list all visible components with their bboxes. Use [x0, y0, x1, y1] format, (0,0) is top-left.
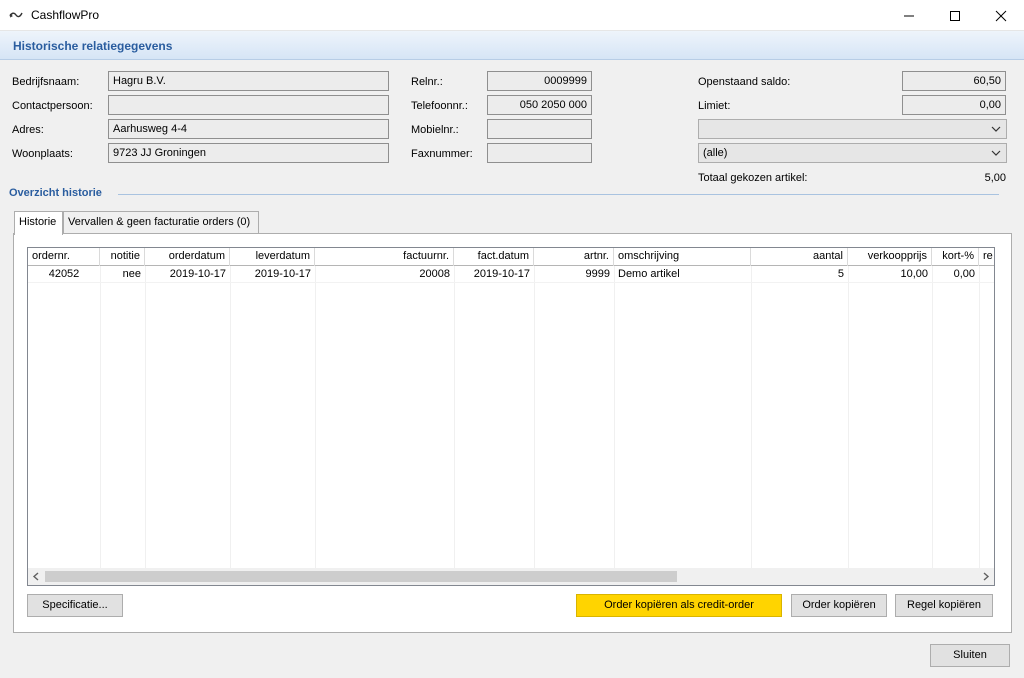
section-title: Overzicht historie [9, 187, 102, 199]
filter-select-2-value: (alle) [703, 147, 728, 159]
cell-ordernr: 42052 [48, 268, 80, 280]
maximize-icon [950, 11, 960, 21]
bedrijfsnaam-field[interactable]: Hagru B.V. [108, 71, 389, 91]
horizontal-scrollbar[interactable] [28, 568, 994, 585]
scroll-left-icon[interactable] [31, 571, 42, 582]
window-title: CashflowPro [31, 8, 100, 22]
col-leverdatum[interactable]: leverdatum [230, 248, 315, 266]
saldo-field[interactable]: 60,50 [902, 71, 1006, 91]
contactpersoon-field[interactable] [108, 95, 389, 115]
telefoon-label: Telefoonnr.: [411, 100, 468, 112]
filter-select-2[interactable]: (alle) [698, 143, 1007, 163]
cell-aantal: 5 [837, 268, 844, 280]
app-logo-icon [9, 12, 23, 18]
relnr-field[interactable]: 0009999 [487, 71, 592, 91]
col-orderdatum[interactable]: orderdatum [145, 248, 230, 266]
table-header: ordernr. notitie orderdatum leverdatum f… [28, 248, 994, 266]
woonplaats-field[interactable]: 9723 JJ Groningen [108, 143, 389, 163]
col-verkoopprijs[interactable]: verkoopprijs [848, 248, 932, 266]
cell-kort: 0,00 [953, 268, 975, 280]
col-artnr[interactable]: artnr. [534, 248, 614, 266]
col-ordernr[interactable]: ordernr. [28, 248, 100, 266]
title-bar: CashflowPro [0, 0, 1024, 31]
cell-factdatum: 2019-10-17 [473, 268, 530, 280]
contactpersoon-label: Contactpersoon: [12, 100, 93, 112]
tab-historie[interactable]: Historie [14, 211, 63, 235]
relnr-label: Relnr.: [411, 76, 443, 88]
fax-label: Faxnummer: [411, 148, 473, 160]
history-table[interactable]: ordernr. notitie orderdatum leverdatum f… [27, 247, 995, 586]
page-title: Historische relatiegegevens [13, 39, 173, 53]
close-icon [995, 10, 1007, 22]
cell-notitie: nee [122, 268, 141, 280]
cell-factuurnr: 20008 [419, 268, 450, 280]
section-divider [118, 194, 999, 195]
col-notitie[interactable]: notitie [100, 248, 145, 266]
copy-line-button[interactable]: Regel kopiëren [895, 594, 993, 617]
bedrijfsnaam-label: Bedrijfsnaam: [12, 76, 80, 88]
cell-verkoopprijs: 10,00 [900, 268, 928, 280]
cell-re [979, 266, 994, 282]
woonplaats-label: Woonplaats: [12, 148, 73, 160]
tab-vervallen[interactable]: Vervallen & geen facturatie orders (0) [63, 211, 259, 234]
specificatie-button[interactable]: Specificatie... [27, 594, 123, 617]
limiet-field[interactable]: 0,00 [902, 95, 1006, 115]
scroll-right-icon[interactable] [980, 571, 991, 582]
adres-label: Adres: [12, 124, 44, 136]
saldo-label: Openstaand saldo: [698, 76, 791, 88]
close-window-button[interactable]: Sluiten [930, 644, 1010, 667]
totaal-label: Totaal gekozen artikel: [698, 172, 808, 184]
scrollbar-thumb[interactable] [45, 571, 677, 582]
chevron-down-icon [991, 150, 1001, 156]
col-re[interactable]: re [979, 248, 994, 266]
close-button[interactable] [978, 0, 1024, 31]
minimize-button[interactable] [886, 0, 932, 31]
table-row[interactable]: 42052 nee 2019-10-17 2019-10-17 20008 20… [28, 266, 994, 283]
col-aantal[interactable]: aantal [751, 248, 848, 266]
adres-field[interactable]: Aarhusweg 4-4 [108, 119, 389, 139]
cell-artnr: 9999 [585, 268, 610, 280]
limiet-label: Limiet: [698, 100, 731, 112]
totaal-value: 5,00 [984, 172, 1006, 184]
maximize-button[interactable] [932, 0, 978, 31]
col-kort[interactable]: kort-% [932, 248, 979, 266]
cell-omschrijving: Demo artikel [618, 268, 680, 280]
filter-select-1[interactable] [698, 119, 1007, 139]
cell-leverdatum: 2019-10-17 [254, 268, 311, 280]
mobiel-field[interactable] [487, 119, 592, 139]
col-factdatum[interactable]: fact.datum [454, 248, 534, 266]
header-band: Historische relatiegegevens [0, 31, 1024, 60]
copy-order-button[interactable]: Order kopiëren [791, 594, 887, 617]
mobiel-label: Mobielnr.: [411, 124, 459, 136]
cell-orderdatum: 2019-10-17 [169, 268, 226, 280]
col-factuurnr[interactable]: factuurnr. [315, 248, 454, 266]
fax-field[interactable] [487, 143, 592, 163]
copy-credit-order-button[interactable]: Order kopiëren als credit-order [576, 594, 782, 617]
minimize-icon [904, 15, 914, 17]
chevron-down-icon [991, 126, 1001, 132]
telefoon-field[interactable]: 050 2050 000 [487, 95, 592, 115]
col-omschrijving[interactable]: omschrijving [614, 248, 751, 266]
